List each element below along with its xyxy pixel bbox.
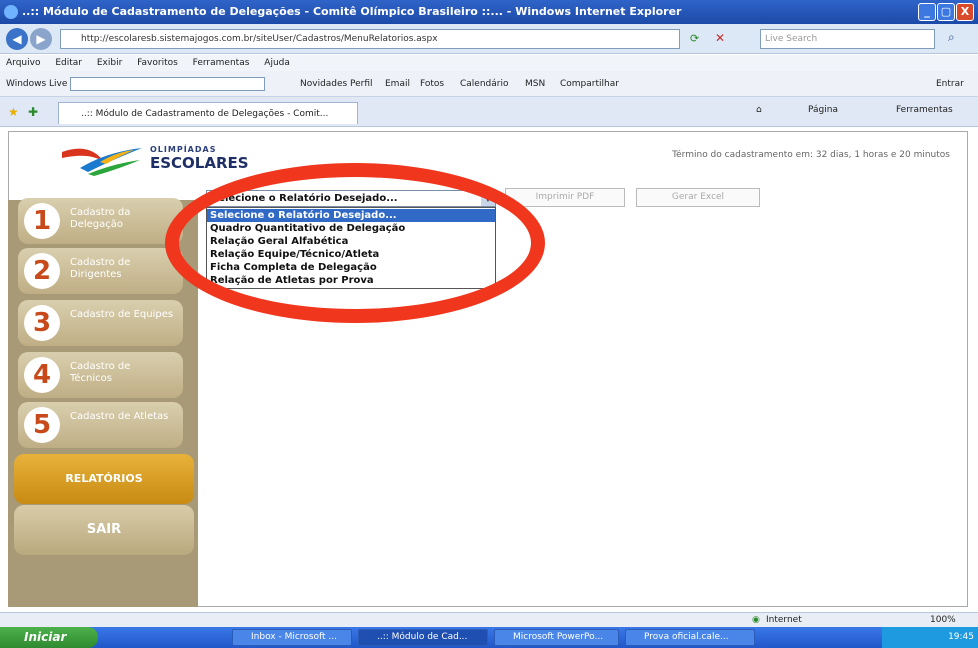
taskbar-button[interactable]: Prova oficial.cale... <box>625 629 755 646</box>
sidebar-item-equipes[interactable]: 3 Cadastro de Equipes <box>18 300 183 346</box>
sidebar-item-tecnicos[interactable]: 4 Cadastro de Técnicos <box>18 352 183 398</box>
menu-ferramentas-tab[interactable]: Ferramentas <box>896 105 953 115</box>
status-bar: ◉ Internet 100% <box>0 612 978 627</box>
toolbar-novidades[interactable]: Novidades <box>300 71 347 97</box>
step-label: Cadastro de Dirigentes <box>70 257 131 280</box>
menu-bar: Arquivo Editar Exibir Favoritos Ferramen… <box>0 55 978 71</box>
internet-explorer-icon <box>4 5 18 19</box>
menu-pagina[interactable]: Página <box>808 105 838 115</box>
search-icon[interactable]: ⌕ <box>948 30 955 45</box>
taskbar-button[interactable]: Inbox - Microsoft ... <box>232 629 352 646</box>
step-label: Cadastro de Atletas <box>70 411 169 422</box>
security-zone: Internet <box>766 615 802 625</box>
tab-modulo-cadastramento[interactable]: ..:: Módulo de Cadastramento de Delegaçõ… <box>58 102 358 124</box>
back-icon[interactable]: ◀ <box>6 28 28 50</box>
toolbar-perfil[interactable]: Perfil <box>350 71 373 97</box>
toolbar-calendario[interactable]: Calendário <box>460 71 508 97</box>
system-tray-clock: 19:45 <box>882 627 978 648</box>
deadline-timer: Término do cadastramento em: 32 dias, 1 … <box>672 150 950 160</box>
address-input[interactable]: http://escolaresb.sistemajogos.com.br/si… <box>60 29 680 49</box>
search-input[interactable]: Live Search <box>760 29 935 49</box>
add-favorites-icon[interactable]: ✚ <box>28 105 38 119</box>
menu-exibir[interactable]: Exibir <box>97 58 122 68</box>
zoom-level[interactable]: 100% <box>930 613 956 627</box>
olimpiadas-logo <box>62 148 142 176</box>
stop-icon[interactable]: ✕ <box>715 31 725 45</box>
windows-live-toolbar: Windows Live Novidades Perfil Email Foto… <box>0 71 978 97</box>
sidebar-item-dirigentes[interactable]: 2 Cadastro de Dirigentes <box>18 248 183 294</box>
taskbar-button[interactable]: ..:: Módulo de Cad... <box>358 629 488 646</box>
logo-text-big: ESCOLARES <box>150 154 249 172</box>
toolbar-fotos[interactable]: Fotos <box>420 71 444 97</box>
refresh-icon[interactable]: ⟳ <box>690 32 699 45</box>
sidebar-item-sair[interactable]: SAIR <box>14 505 194 555</box>
start-button[interactable]: Iniciar <box>0 627 98 648</box>
tab-bar: ★ ✚ ..:: Módulo de Cadastramento de Dele… <box>0 97 978 127</box>
sidebar-item-delegacao[interactable]: 1 Cadastro da Delegação <box>18 198 183 244</box>
toolbar-email[interactable]: Email <box>385 71 410 97</box>
gerar-excel-button[interactable]: Gerar Excel <box>636 188 760 207</box>
windows-live-label[interactable]: Windows Live <box>6 71 67 97</box>
window-title-bar: ..:: Módulo de Cadastramento de Delegaçõ… <box>0 0 978 24</box>
forward-icon[interactable]: ▶ <box>30 28 52 50</box>
window-title: ..:: Módulo de Cadastramento de Delegaçõ… <box>22 5 682 18</box>
minimize-button[interactable]: _ <box>918 3 936 21</box>
step-label: Cadastro de Técnicos <box>70 361 131 384</box>
step-label: Cadastro de Equipes <box>70 309 174 320</box>
favorites-star-icon[interactable]: ★ <box>8 105 19 119</box>
sidebar-item-atletas[interactable]: 5 Cadastro de Atletas <box>18 402 183 448</box>
address-toolbar: ◀ ▶ http://escolaresb.sistemajogos.com.b… <box>0 24 978 54</box>
sidebar-item-relatorios[interactable]: RELATÓRIOS <box>14 454 194 504</box>
taskbar-button[interactable]: Microsoft PowerPo... <box>494 629 619 646</box>
logo-text-small: OLIMPÍADAS <box>150 145 217 154</box>
home-icon[interactable]: ⌂ <box>756 105 762 115</box>
menu-favoritos[interactable]: Favoritos <box>137 58 178 68</box>
menu-ajuda[interactable]: Ajuda <box>264 58 290 68</box>
step-number: 3 <box>24 305 60 341</box>
menu-ferramentas[interactable]: Ferramentas <box>193 58 250 68</box>
step-number: 1 <box>24 203 60 239</box>
highlight-ellipse <box>165 163 545 323</box>
maximize-button[interactable]: ▢ <box>937 3 955 21</box>
menu-arquivo[interactable]: Arquivo <box>6 58 40 68</box>
step-number: 2 <box>24 253 60 289</box>
toolbar-entrar[interactable]: Entrar <box>936 71 964 97</box>
taskbar: Iniciar Inbox - Microsoft ... ..:: Módul… <box>0 627 978 648</box>
toolbar-msn[interactable]: MSN <box>525 71 545 97</box>
menu-editar[interactable]: Editar <box>55 58 82 68</box>
globe-icon: ◉ <box>752 615 760 625</box>
live-search-input[interactable] <box>70 77 265 91</box>
step-number: 4 <box>24 357 60 393</box>
step-label: Cadastro da Delegação <box>70 207 131 230</box>
imprimir-pdf-button[interactable]: Imprimir PDF <box>505 188 625 207</box>
close-button[interactable]: X <box>956 3 974 21</box>
toolbar-compartilhar[interactable]: Compartilhar <box>560 71 619 97</box>
step-number: 5 <box>24 407 60 443</box>
